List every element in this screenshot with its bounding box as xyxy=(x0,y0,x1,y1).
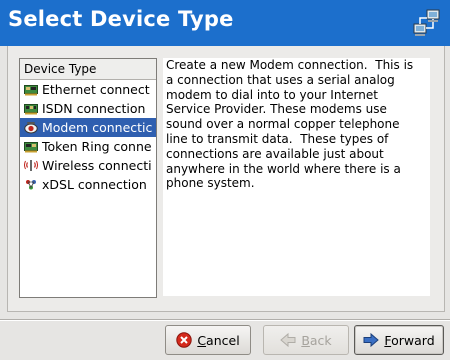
list-item-label: xDSL connection xyxy=(42,177,147,192)
cancel-button-label: Cancel xyxy=(197,332,240,348)
cancel-icon xyxy=(176,332,193,348)
token-ring-card-icon xyxy=(24,142,38,153)
page-title: Select Device Type xyxy=(8,7,234,31)
list-item-isdn[interactable]: ISDN connection xyxy=(20,99,156,118)
list-item-label: Wireless connecti xyxy=(42,158,152,173)
list-item-label: ISDN connection xyxy=(42,101,146,116)
device-type-list[interactable]: Device Type Ethernet connect ISDN connec… xyxy=(19,58,157,298)
back-arrow-icon xyxy=(280,332,296,348)
forward-arrow-icon xyxy=(363,332,380,348)
wireless-icon xyxy=(24,160,38,171)
modem-icon xyxy=(24,122,38,134)
device-description-panel: Create a new Modem connection. This is a… xyxy=(163,58,430,296)
window-header: Select Device Type xyxy=(0,0,450,46)
ethernet-card-icon xyxy=(24,85,38,96)
back-button[interactable]: Back xyxy=(263,325,349,355)
list-item-modem[interactable]: Modem connectic xyxy=(20,118,156,137)
button-separator xyxy=(0,319,450,321)
cancel-button[interactable]: Cancel xyxy=(165,325,251,355)
list-column-header[interactable]: Device Type xyxy=(20,59,156,80)
back-button-label: Back xyxy=(301,332,332,348)
device-description-text: Create a new Modem connection. This is a… xyxy=(166,58,414,191)
list-item-wireless[interactable]: Wireless connecti xyxy=(20,156,156,175)
list-item-token-ring[interactable]: Token Ring conne xyxy=(20,137,156,156)
list-item-label: Modem connectic xyxy=(42,120,153,135)
list-item-ethernet[interactable]: Ethernet connect xyxy=(20,80,156,99)
list-item-xdsl[interactable]: xDSL connection xyxy=(20,175,156,194)
forward-button[interactable]: Forward xyxy=(354,325,444,355)
xdsl-icon xyxy=(26,180,36,190)
network-devices-icon xyxy=(413,9,440,36)
list-item-label: Token Ring conne xyxy=(42,139,152,154)
isdn-card-icon xyxy=(24,104,38,115)
list-item-label: Ethernet connect xyxy=(42,82,150,97)
forward-button-label: Forward xyxy=(384,332,435,348)
